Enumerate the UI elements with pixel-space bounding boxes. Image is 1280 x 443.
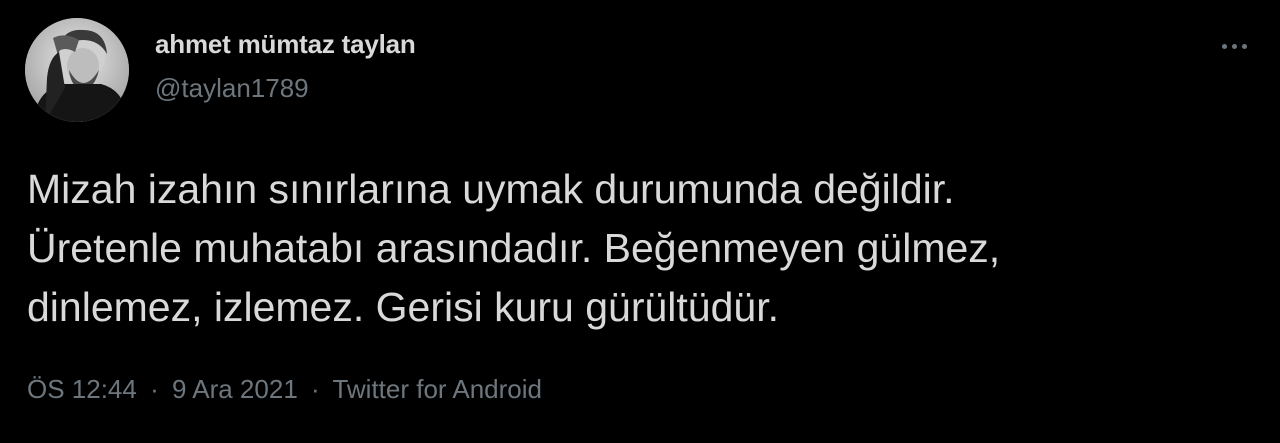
tweet-source[interactable]: Twitter for Android bbox=[332, 374, 542, 404]
tweet-date[interactable]: 9 Ara 2021 bbox=[172, 374, 298, 404]
tweet-text-line: Mizah izahın sınırlarına uymak durumunda… bbox=[27, 166, 955, 212]
dot bbox=[1221, 43, 1227, 49]
profile-photo-icon[interactable] bbox=[25, 18, 129, 122]
tweet-text-line: Üretenle muhatabı arasındadır. Beğenmeye… bbox=[27, 225, 1001, 271]
author-display-name[interactable]: ahmet mümtaz taylan bbox=[155, 29, 416, 60]
tweet-meta: ÖS 12:44 · 9 Ara 2021 · Twitter for Andr… bbox=[27, 374, 542, 405]
tweet-card: ahmet mümtaz taylan @taylan1789 Mizah iz… bbox=[0, 0, 1280, 443]
tweet-time[interactable]: ÖS 12:44 bbox=[27, 374, 137, 404]
meta-separator: · bbox=[150, 374, 159, 404]
author-handle[interactable]: @taylan1789 bbox=[155, 73, 309, 104]
dot bbox=[1231, 43, 1237, 49]
more-options-icon[interactable] bbox=[1212, 28, 1256, 64]
meta-separator: · bbox=[311, 374, 320, 404]
tweet-text-line: dinlemez, izlemez. Gerisi kuru gürültüdü… bbox=[27, 284, 779, 330]
dot bbox=[1241, 43, 1247, 49]
tweet-text: Mizah izahın sınırlarına uymak durumunda… bbox=[27, 160, 1247, 337]
avatar-image bbox=[25, 18, 129, 122]
